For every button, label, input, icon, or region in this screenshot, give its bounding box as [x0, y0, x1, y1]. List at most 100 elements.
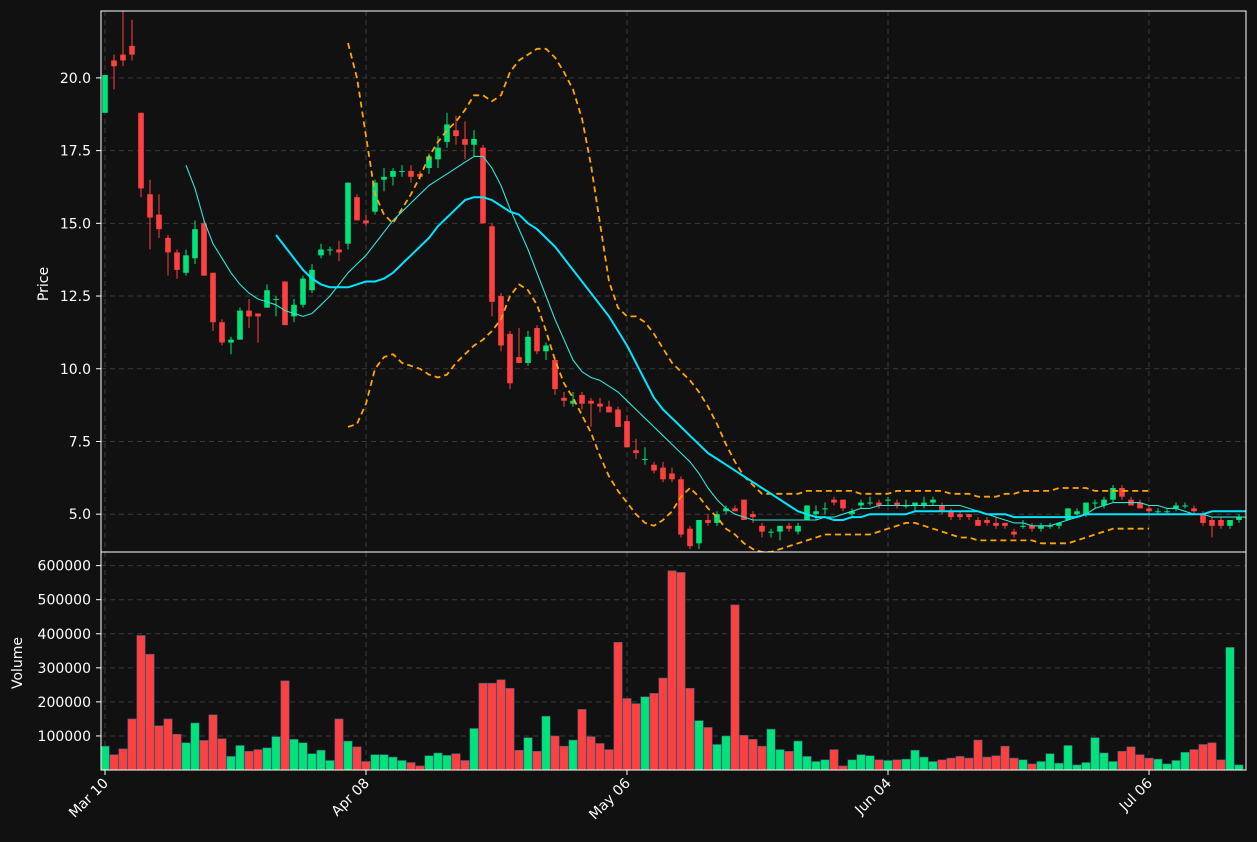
price-tick-label: 20.0 — [60, 71, 91, 87]
volume-bar — [253, 749, 263, 771]
candle-body — [858, 502, 864, 506]
candle-body — [831, 499, 837, 503]
volume-bar — [712, 744, 722, 771]
candle-body — [273, 298, 279, 300]
volume-bar — [1225, 647, 1235, 771]
candle-body — [1011, 531, 1017, 535]
volume-bar — [667, 570, 677, 771]
price-tick-label: 10.0 — [60, 362, 91, 378]
volume-bar — [1036, 761, 1046, 771]
volume-bar — [415, 765, 425, 771]
candle-body — [840, 499, 846, 509]
candle-body — [750, 514, 756, 518]
volume-bar — [1018, 759, 1028, 771]
volume-bar — [1135, 754, 1145, 771]
volume-bar — [559, 745, 569, 771]
volume-bar — [982, 756, 992, 771]
candle-body — [156, 214, 162, 230]
volume-bar — [595, 743, 605, 771]
volume-bar — [370, 754, 380, 771]
candle-body — [885, 499, 891, 501]
volume-bar — [919, 756, 929, 771]
volume-bar — [577, 709, 587, 771]
volume-bar — [541, 715, 551, 771]
volume-bar — [244, 750, 254, 771]
volume-bar — [1162, 763, 1172, 771]
volume-bar — [118, 748, 128, 771]
volume-bar — [1090, 737, 1100, 771]
volume-bar — [334, 718, 344, 771]
volume-bar — [586, 736, 596, 771]
volume-bar — [1171, 760, 1181, 771]
volume-bar — [469, 728, 479, 771]
volume-bar — [514, 749, 524, 771]
candle-body — [498, 296, 504, 346]
candle-body — [507, 333, 513, 384]
candle-body — [1218, 520, 1224, 526]
volume-bar — [757, 745, 767, 771]
candle-body — [246, 310, 252, 317]
candle-body — [336, 249, 342, 253]
candle-body — [102, 74, 108, 113]
volume-bar — [640, 696, 650, 771]
candle-body — [165, 237, 171, 253]
candle-body — [786, 525, 792, 529]
candle-body — [768, 531, 774, 533]
candle-body — [111, 60, 117, 67]
volume-bar — [424, 755, 434, 771]
volume-bar — [694, 720, 704, 771]
volume-bar — [190, 722, 200, 771]
volume-bar — [325, 760, 335, 771]
candlestick-chart: 5.0 7.5 10.0 12.5 15.0 17.5 20.0 100000 200000 3… — [0, 0, 1257, 842]
volume-bar — [406, 762, 416, 771]
volume-bar — [208, 714, 218, 771]
candle-body — [390, 170, 396, 177]
volume-bar — [1045, 753, 1055, 771]
candle-body — [237, 310, 243, 340]
candle-body — [318, 249, 324, 256]
volume-bar — [145, 653, 155, 771]
candle-body — [777, 525, 783, 532]
candle-body — [624, 421, 630, 448]
volume-bar — [865, 755, 875, 771]
volume-bar — [622, 698, 632, 771]
candle-body — [471, 138, 477, 145]
price-tick-label: 12.5 — [60, 289, 91, 305]
candle-body — [1209, 520, 1215, 526]
volume-bar — [955, 756, 965, 771]
candle-body — [1092, 502, 1098, 504]
volume-bar — [235, 745, 245, 771]
candle-body — [633, 450, 639, 454]
volume-bar — [217, 738, 227, 771]
volume-bar — [856, 754, 866, 771]
candle-body — [651, 464, 657, 471]
candle-body — [1065, 508, 1071, 521]
candle-body — [516, 357, 522, 363]
candle-body — [579, 394, 585, 404]
volume-bar — [721, 735, 731, 771]
volume-bar — [775, 749, 785, 771]
volume-bar — [730, 604, 740, 771]
volume-bar — [352, 746, 362, 771]
candle-body — [1200, 514, 1206, 523]
volume-bar — [784, 750, 794, 771]
candle-body — [966, 514, 972, 518]
candle-body — [1002, 522, 1008, 526]
volume-bar — [613, 641, 623, 771]
volume-bar — [1054, 762, 1064, 771]
candle-body — [678, 479, 684, 535]
volume-bar — [1126, 746, 1136, 771]
volume-bar — [1207, 742, 1217, 771]
volume-tick-label: 400000 — [38, 627, 91, 643]
candle-body — [1164, 511, 1170, 513]
candle-body — [795, 525, 801, 532]
candle-body — [813, 511, 819, 515]
volume-tick-label: 200000 — [38, 695, 91, 711]
candle-body — [1155, 511, 1161, 513]
volume-bar — [1081, 762, 1091, 771]
volume-bar — [1153, 758, 1163, 771]
candle-body — [264, 290, 270, 308]
volume-bar — [802, 756, 812, 771]
candle-body — [984, 520, 990, 523]
volume-bar — [100, 745, 110, 771]
